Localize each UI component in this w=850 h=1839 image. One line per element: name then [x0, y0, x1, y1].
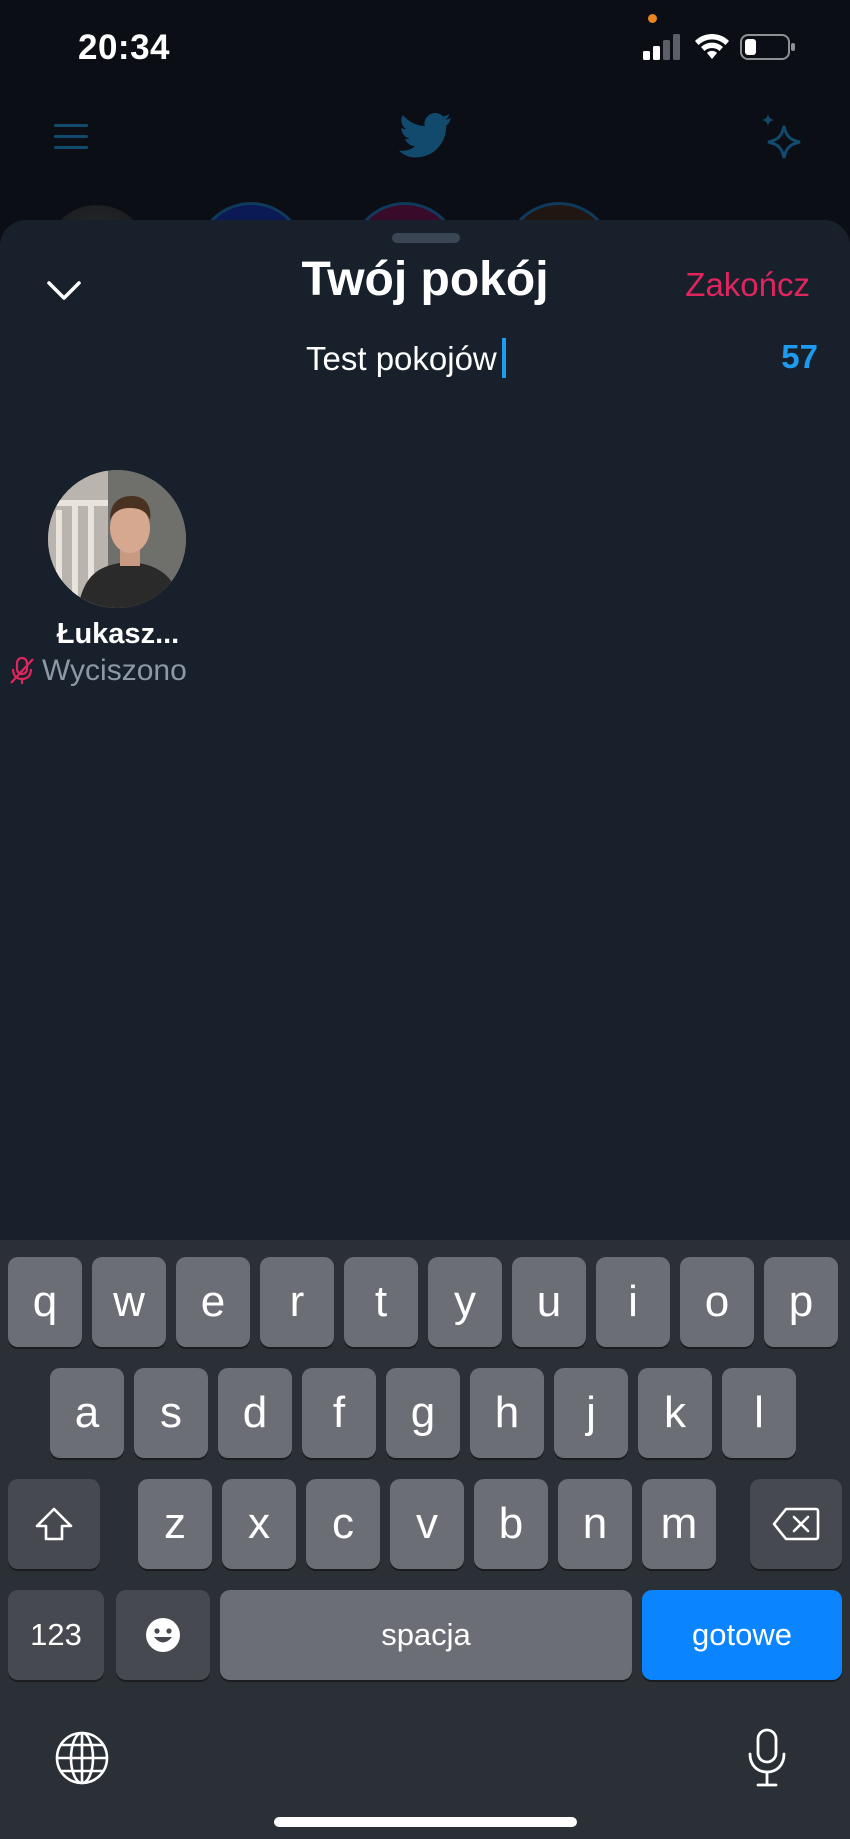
key-b[interactable]: b — [474, 1479, 548, 1569]
space-key[interactable]: spacja — [220, 1590, 632, 1680]
emoji-icon — [146, 1618, 180, 1652]
speaker-name: Łukasz... — [56, 618, 180, 650]
key-o[interactable]: o — [680, 1257, 754, 1347]
shift-key[interactable] — [8, 1479, 100, 1569]
emoji-key[interactable] — [116, 1590, 210, 1680]
key-a[interactable]: a — [50, 1368, 124, 1458]
key-j[interactable]: j — [554, 1368, 628, 1458]
char-counter: 57 — [781, 338, 818, 375]
room-topic-input[interactable]: Test pokojów — [306, 338, 506, 378]
wifi-icon — [695, 33, 729, 59]
numbers-key[interactable]: 123 — [8, 1590, 104, 1680]
key-t[interactable]: t — [344, 1257, 418, 1347]
sparkle-icon — [762, 114, 801, 159]
menu-icon — [54, 124, 88, 149]
key-e[interactable]: e — [176, 1257, 250, 1347]
home-indicator[interactable] — [274, 1817, 577, 1827]
battery-icon — [740, 34, 795, 60]
key-h[interactable]: h — [470, 1368, 544, 1458]
key-y[interactable]: y — [428, 1257, 502, 1347]
room-topic-text: Test pokojów — [306, 340, 497, 377]
key-u[interactable]: u — [512, 1257, 586, 1347]
done-key[interactable]: gotowe — [642, 1590, 842, 1680]
backspace-icon — [772, 1507, 820, 1541]
key-q[interactable]: q — [8, 1257, 82, 1347]
speaker-status-label: Wyciszono — [42, 654, 187, 687]
cellular-signal-icon — [643, 34, 680, 60]
key-w[interactable]: w — [92, 1257, 166, 1347]
mic-off-icon — [10, 656, 34, 684]
key-v[interactable]: v — [390, 1479, 464, 1569]
microphone-icon[interactable] — [746, 1728, 788, 1788]
shift-icon — [35, 1507, 73, 1541]
sheet-grabber[interactable] — [392, 233, 460, 243]
status-time: 20:34 — [78, 28, 171, 67]
backspace-key[interactable] — [750, 1479, 842, 1569]
key-c[interactable]: c — [306, 1479, 380, 1569]
twitter-bird-icon — [399, 113, 451, 158]
end-room-button[interactable]: Zakończ — [685, 266, 810, 304]
key-n[interactable]: n — [558, 1479, 632, 1569]
key-m[interactable]: m — [642, 1479, 716, 1569]
avatar — [48, 470, 186, 608]
key-p[interactable]: p — [764, 1257, 838, 1347]
key-r[interactable]: r — [260, 1257, 334, 1347]
mic-indicator-dot — [648, 14, 657, 23]
globe-icon[interactable] — [54, 1730, 110, 1786]
key-i[interactable]: i — [596, 1257, 670, 1347]
key-l[interactable]: l — [722, 1368, 796, 1458]
key-s[interactable]: s — [134, 1368, 208, 1458]
key-k[interactable]: k — [638, 1368, 712, 1458]
key-z[interactable]: z — [138, 1479, 212, 1569]
key-g[interactable]: g — [386, 1368, 460, 1458]
speaker-status: Wyciszono — [8, 654, 187, 688]
key-x[interactable]: x — [222, 1479, 296, 1569]
key-f[interactable]: f — [302, 1368, 376, 1458]
background-app-header — [0, 90, 850, 312]
key-d[interactable]: d — [218, 1368, 292, 1458]
keyboard: q w e r t y u i o p a s d f g h j k l z … — [0, 1240, 850, 1839]
text-caret — [501, 338, 506, 378]
